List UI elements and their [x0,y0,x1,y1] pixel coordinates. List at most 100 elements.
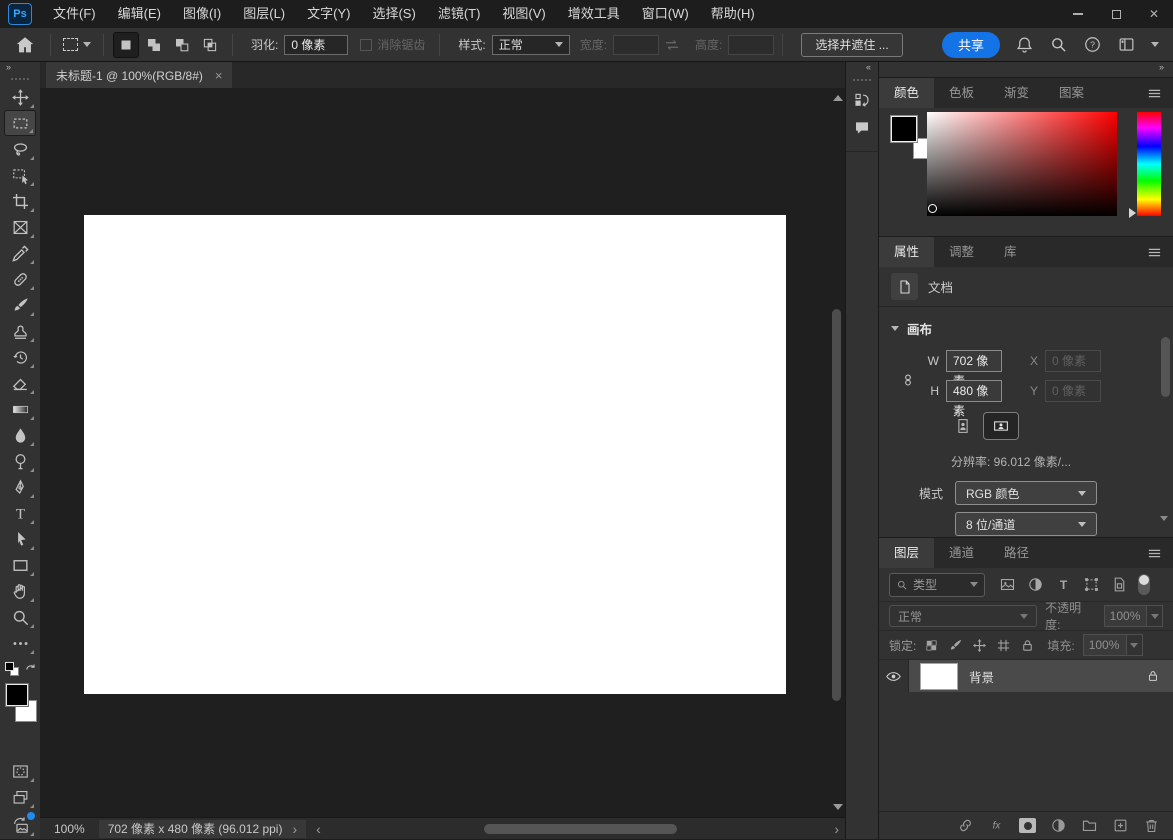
layer-style-icon[interactable]: fx [988,817,1005,834]
panel-tab[interactable]: 色板 [934,78,989,108]
canvas-width-input[interactable]: 702 像素 [946,350,1002,372]
panel-menu-button[interactable] [1135,538,1173,568]
layer-filter-type-dropdown[interactable]: 类型 [889,573,985,597]
canvas-height-input[interactable]: 480 像素 [946,380,1002,402]
minimize-button[interactable] [1059,0,1097,28]
hand-tool[interactable] [4,578,36,604]
spot-healing-brush-tool[interactable] [4,266,36,292]
delete-layer-icon[interactable] [1143,817,1160,834]
expand-panels-icon[interactable]: » [879,62,1173,77]
history-brush-tool[interactable] [4,344,36,370]
menu-item-help[interactable]: 帮助(H) [700,0,766,28]
chevron-down-icon[interactable] [1151,42,1159,47]
bell-icon[interactable] [1015,35,1034,54]
panel-tab[interactable]: 图案 [1044,78,1099,108]
document-info-field[interactable]: 702 像素 x 480 像素 (96.012 ppi) › [99,820,306,838]
status-expand-icon[interactable]: › [292,821,297,837]
blend-mode-dropdown[interactable]: 正常 [889,605,1037,627]
link-layers-icon[interactable] [957,817,974,834]
collapse-tools-icon[interactable]: » [0,62,40,76]
menu-item-image[interactable]: 图像(I) [172,0,232,28]
panel-tab[interactable]: 库 [989,237,1032,267]
eyedropper-tool[interactable] [4,240,36,266]
dock-drag-grip[interactable] [853,79,871,81]
new-layer-icon[interactable] [1112,817,1129,834]
quick-mask-button[interactable] [4,758,36,784]
layer-visibility-toggle[interactable] [879,660,909,692]
layer-main[interactable]: 背景 [909,660,1173,692]
pen-tool[interactable] [4,474,36,500]
swap-dimensions-icon[interactable] [663,36,681,54]
panel-tab[interactable]: 渐变 [989,78,1044,108]
menu-item-plugins[interactable]: 增效工具 [557,0,631,28]
crop-tool[interactable] [4,188,36,214]
maximize-button[interactable] [1097,0,1135,28]
panel-scroll-down-icon[interactable] [1160,516,1168,521]
filter-type-layers-icon[interactable]: T [1055,576,1072,593]
filter-pixel-layers-icon[interactable] [999,576,1016,593]
lock-all-icon[interactable] [1020,638,1035,653]
tab-close-icon[interactable]: × [215,68,223,83]
panel-tab[interactable]: 颜色 [879,78,934,108]
vertical-scrollbar[interactable] [830,91,844,814]
lock-position-icon[interactable] [972,638,987,653]
panel-tab[interactable]: 通道 [934,538,989,568]
menu-item-view[interactable]: 视图(V) [491,0,556,28]
eraser-tool[interactable] [4,370,36,396]
vertical-scroll-thumb[interactable] [832,309,841,701]
menu-item-select[interactable]: 选择(S) [361,0,426,28]
opacity-chevron[interactable] [1147,605,1163,627]
new-group-icon[interactable] [1081,817,1098,834]
document-canvas[interactable] [84,215,786,694]
gradient-tool[interactable] [4,396,36,422]
canvas-y-input[interactable]: 0 像素 [1045,380,1101,402]
fill-input[interactable]: 100% [1083,634,1127,656]
layer-thumbnail[interactable] [920,663,958,690]
new-adjustment-layer-icon[interactable] [1050,817,1067,834]
rectangular-marquee-tool[interactable] [4,110,36,136]
workspace-icon[interactable] [1117,35,1136,54]
lock-pixels-icon[interactable] [948,638,963,653]
panel-menu-button[interactable] [1135,78,1173,108]
pasteboard[interactable] [40,88,845,817]
search-icon[interactable] [1049,35,1068,54]
dodge-tool[interactable] [4,448,36,474]
lock-transparency-icon[interactable] [924,638,939,653]
panel-tab[interactable]: 图层 [879,538,934,568]
filter-shape-layers-icon[interactable] [1083,576,1100,593]
clone-stamp-tool[interactable] [4,318,36,344]
scroll-right-icon[interactable]: › [834,821,839,837]
color-mode-dropdown[interactable]: RGB 颜色 [955,481,1097,505]
fill-chevron[interactable] [1127,634,1143,656]
menu-item-edit[interactable]: 编辑(E) [107,0,172,28]
panel-tab[interactable]: 路径 [989,538,1044,568]
rectangle-tool[interactable] [4,552,36,578]
document-tab[interactable]: 未标题-1 @ 100%(RGB/8#) × [46,62,232,88]
horizontal-scroll-thumb[interactable] [484,824,677,834]
menu-item-type[interactable]: 文字(Y) [296,0,361,28]
canvas-section-header[interactable]: 画布 [879,307,1173,342]
brush-tool[interactable] [4,292,36,318]
move-tool[interactable] [4,84,36,110]
path-selection-tool[interactable] [4,526,36,552]
canvas-x-input[interactable]: 0 像素 [1045,350,1101,372]
zoom-tool[interactable] [4,604,36,630]
menu-item-window[interactable]: 窗口(W) [631,0,700,28]
home-icon[interactable] [14,34,36,56]
horizontal-scrollbar[interactable] [329,823,827,835]
object-selection-tool[interactable] [4,162,36,188]
portrait-orientation-button[interactable] [951,412,975,440]
type-tool[interactable]: T [4,500,36,526]
screen-mode-button[interactable] [4,784,36,810]
edit-toolbar[interactable] [4,630,36,656]
panel-tab[interactable]: 调整 [934,237,989,267]
whats-new-button[interactable] [4,812,36,838]
menu-item-layer[interactable]: 图层(L) [232,0,296,28]
tool-preset-picker[interactable] [59,36,95,53]
comments-panel-button[interactable] [849,115,875,141]
intersect-selection-button[interactable] [197,32,223,58]
help-icon[interactable]: ? [1083,35,1102,54]
add-selection-button[interactable] [141,32,167,58]
panel-scroll-thumb[interactable] [1161,337,1170,397]
width-input[interactable] [613,35,659,55]
